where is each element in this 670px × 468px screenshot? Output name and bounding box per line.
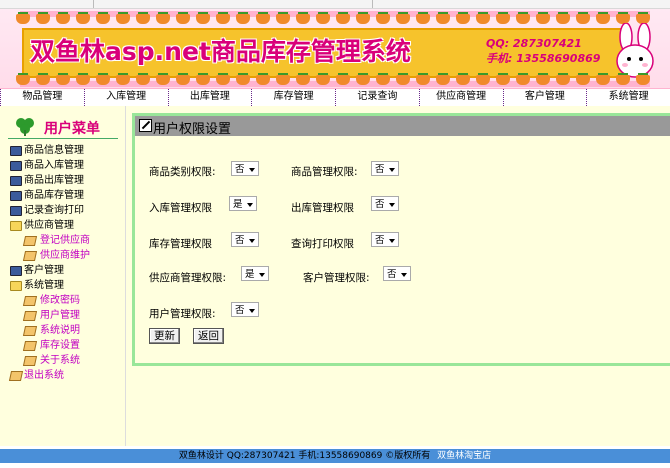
document-icon: [22, 326, 38, 336]
back-button[interactable]: 返回: [193, 328, 224, 344]
browser-top-strip: [0, 0, 670, 9]
carrot-decoration-top: [16, 14, 656, 26]
query-print-permission-select[interactable]: 否: [371, 232, 399, 247]
query-print-permission-label: 查询打印权限: [291, 238, 354, 250]
inventory-permission-label: 库存管理权限: [149, 238, 212, 250]
chevron-down-icon: [248, 238, 255, 243]
carrot-decoration-bottom: [16, 75, 656, 87]
footer-text: 双鱼林设计 QQ:287307421 手机:13558690869 ©版权所有: [178, 451, 431, 461]
nav-item-stock-out[interactable]: 出库管理: [167, 89, 252, 106]
cube-icon: [10, 191, 22, 201]
footer: 双鱼林设计 QQ:287307421 手机:13558690869 ©版权所有 …: [0, 449, 670, 463]
banner-phone: 手机: 13558690869: [486, 52, 601, 65]
chevron-down-icon: [248, 308, 255, 313]
document-icon: [22, 236, 38, 246]
nav-item-customers[interactable]: 客户管理: [502, 89, 587, 106]
edit-icon: [139, 119, 152, 132]
panel-header: 用户权限设置: [135, 116, 670, 137]
chevron-down-icon: [248, 167, 255, 172]
stock-in-permission-select[interactable]: 是: [229, 196, 257, 211]
stock-out-permission-select[interactable]: 否: [371, 196, 399, 211]
stock-in-permission-label: 入库管理权限: [149, 202, 212, 214]
cube-icon: [10, 176, 22, 186]
exit-icon: [8, 371, 24, 381]
sidebar: 用户菜单 商品信息管理 商品入库管理 商品出库管理 商品库存管理 记录查询打印 …: [0, 106, 126, 446]
folder-open-icon: [10, 281, 22, 291]
cube-icon: [10, 146, 22, 156]
chevron-down-icon: [400, 272, 407, 277]
user-permission-label: 用户管理权限:: [149, 308, 216, 320]
document-icon: [22, 296, 38, 306]
product-permission-label: 商品管理权限:: [291, 166, 358, 178]
banner-qq: QQ: 287307421: [486, 37, 582, 50]
clover-icon: [16, 118, 34, 136]
permission-panel: 用户权限设置 商品类别权限: 否 商品管理权限: 否 入库管理权限 是 出库管理…: [132, 113, 670, 366]
cube-icon: [10, 266, 22, 276]
nav-item-stock-in[interactable]: 入库管理: [83, 89, 168, 106]
update-button[interactable]: 更新: [149, 328, 180, 344]
category-permission-label: 商品类别权限:: [149, 166, 216, 178]
banner-title: 双鱼林asp.net商品库存管理系统: [30, 37, 411, 66]
supplier-permission-label: 供应商管理权限:: [149, 272, 227, 284]
folder-open-icon: [10, 221, 22, 231]
footer-store-link[interactable]: 双鱼林淘宝店: [437, 451, 491, 461]
nav-item-records[interactable]: 记录查询: [335, 89, 419, 106]
bunny-mascot-icon: [616, 23, 654, 78]
chevron-down-icon: [258, 272, 265, 277]
document-icon: [22, 356, 38, 366]
nav-item-inventory[interactable]: 库存管理: [251, 89, 335, 106]
category-permission-select[interactable]: 否: [231, 161, 259, 176]
sidebar-divider: [8, 138, 118, 139]
document-icon: [22, 311, 38, 321]
chevron-down-icon: [388, 238, 395, 243]
inventory-permission-select[interactable]: 否: [231, 232, 259, 247]
customer-permission-select[interactable]: 否: [383, 266, 411, 281]
document-icon: [22, 251, 38, 261]
nav-item-system[interactable]: 系统管理: [586, 89, 670, 106]
sidebar-title: 用户菜单: [44, 121, 100, 137]
nav-item-goods[interactable]: 物品管理: [0, 89, 84, 106]
supplier-permission-select[interactable]: 是: [241, 266, 269, 281]
document-icon: [22, 341, 38, 351]
main-nav: 物品管理 入库管理 出库管理 库存管理 记录查询 供应商管理 客户管理 系统管理: [0, 88, 670, 108]
chevron-down-icon: [388, 202, 395, 207]
user-permission-select[interactable]: 否: [231, 302, 259, 317]
cube-icon: [10, 206, 22, 216]
customer-permission-label: 客户管理权限:: [303, 272, 370, 284]
product-permission-select[interactable]: 否: [371, 161, 399, 176]
stock-out-permission-label: 出库管理权限: [291, 202, 354, 214]
nav-item-suppliers[interactable]: 供应商管理: [418, 89, 503, 106]
chevron-down-icon: [246, 202, 253, 207]
panel-title: 用户权限设置: [153, 122, 232, 137]
chevron-down-icon: [388, 167, 395, 172]
bottom-strip: [0, 463, 670, 468]
site-banner: 双鱼林asp.net商品库存管理系统 QQ: 287307421 手机: 135…: [0, 9, 670, 88]
main-content: 用户权限设置 商品类别权限: 否 商品管理权限: 否 入库管理权限 是 出库管理…: [126, 106, 670, 446]
banner-contact: QQ: 287307421 手机: 13558690869: [486, 36, 600, 66]
cube-icon: [10, 161, 22, 171]
